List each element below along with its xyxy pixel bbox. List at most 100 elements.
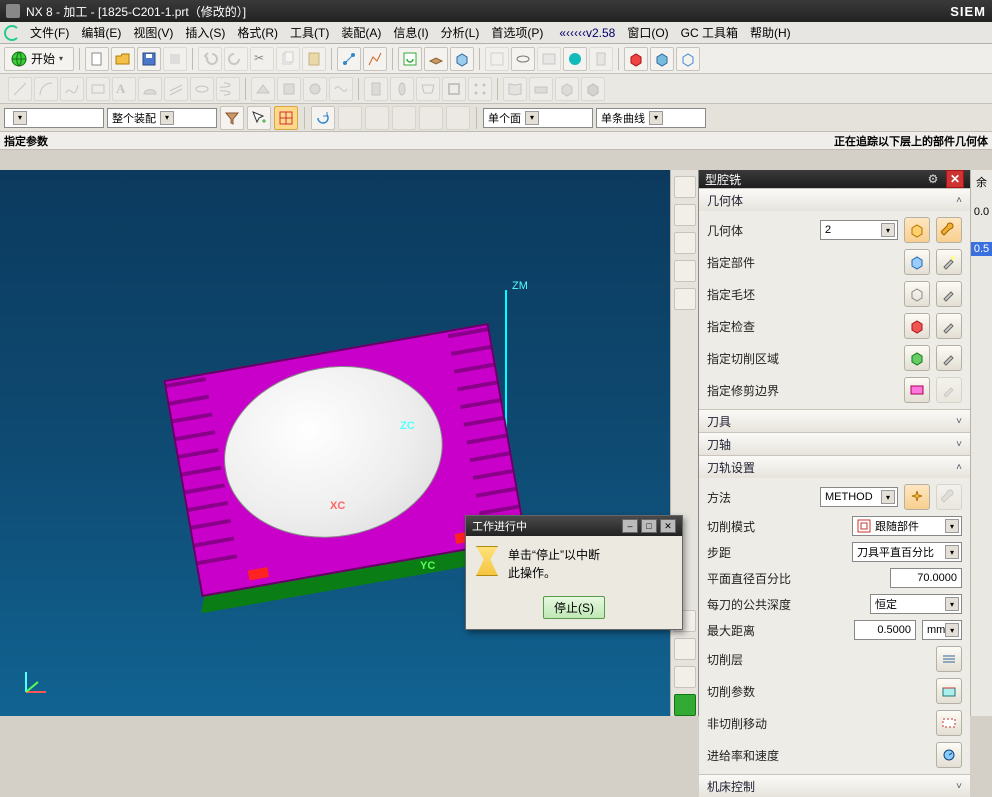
type-filter-combo[interactable]: ▾ <box>4 108 104 128</box>
tb-cube2[interactable] <box>650 47 674 71</box>
face-filter-combo[interactable]: 单个面 ▾ <box>483 108 593 128</box>
menu-insert[interactable]: 插入(S) <box>179 22 231 43</box>
dialog-titlebar[interactable]: 工作进行中 – □ ✕ <box>466 516 682 536</box>
tb-btn-h[interactable] <box>563 47 587 71</box>
flt-d5[interactable] <box>446 106 470 130</box>
geometry-edit-button[interactable] <box>936 217 962 243</box>
commondepth-combo[interactable]: 恒定 ▾ <box>870 594 962 614</box>
sk-ext5[interactable] <box>468 77 492 101</box>
specify-check-display-button[interactable] <box>936 313 962 339</box>
sk-offset[interactable] <box>164 77 188 101</box>
sk-ext3[interactable] <box>416 77 440 101</box>
sk-solid2[interactable] <box>581 77 605 101</box>
flt-btn-1[interactable] <box>220 106 244 130</box>
new-button[interactable] <box>85 47 109 71</box>
specify-trim-button[interactable] <box>904 377 930 403</box>
specify-part-button[interactable] <box>904 249 930 275</box>
menu-info[interactable]: 信息(I) <box>387 22 434 43</box>
rb-icon-8[interactable] <box>674 666 696 688</box>
flt-d3[interactable] <box>392 106 416 130</box>
far-v2-selected[interactable]: 0.5 <box>971 242 992 256</box>
cutmode-combo[interactable]: 跟随部件 ▾ <box>852 516 962 536</box>
sk-book[interactable] <box>503 77 527 101</box>
maxdist-input[interactable] <box>854 620 916 640</box>
tb-cube1[interactable] <box>624 47 648 71</box>
menu-view[interactable]: 视图(V) <box>127 22 179 43</box>
method-combo[interactable]: METHOD ▾ <box>820 487 898 507</box>
rb-icon-3[interactable] <box>674 232 696 254</box>
tb-cube3[interactable] <box>676 47 700 71</box>
flt-d2[interactable] <box>365 106 389 130</box>
close-button[interactable]: ✕ <box>946 170 964 188</box>
tb-btn-e[interactable] <box>485 47 509 71</box>
specify-blank-button[interactable] <box>904 281 930 307</box>
specify-blank-display-button[interactable] <box>936 281 962 307</box>
section-mc-header[interactable]: 机床控制 ˅ <box>699 775 970 797</box>
geometry-combo[interactable]: 2 ▾ <box>820 220 898 240</box>
tb-btn-g[interactable] <box>537 47 561 71</box>
tb-btn-d[interactable] <box>450 47 474 71</box>
undo-button[interactable] <box>198 47 222 71</box>
sk-solid1[interactable] <box>555 77 579 101</box>
section-path-header[interactable]: 刀轨设置 ˄ <box>699 456 970 478</box>
dialog-minimize-button[interactable]: – <box>622 519 638 533</box>
section-geometry-header[interactable]: 几何体 ˄ <box>699 189 970 211</box>
specify-part-display-button[interactable] <box>936 249 962 275</box>
stepover-combo[interactable]: 刀具平直百分比 ▾ <box>852 542 962 562</box>
feedspeed-button[interactable] <box>936 742 962 768</box>
sk-helix[interactable] <box>216 77 240 101</box>
section-tool-header[interactable]: 刀具 ˅ <box>699 410 970 432</box>
saveall-button[interactable] <box>163 47 187 71</box>
menu-prefs[interactable]: 首选项(P) <box>485 22 549 43</box>
sk-face1[interactable] <box>251 77 275 101</box>
noncut-button[interactable] <box>936 710 962 736</box>
sk-ext1[interactable] <box>364 77 388 101</box>
redo-button[interactable] <box>224 47 248 71</box>
flatpct-input[interactable] <box>890 568 962 588</box>
tb-btn-f[interactable] <box>511 47 535 71</box>
graphics-viewport[interactable]: ZM XC YC ZC YM <box>0 170 670 716</box>
maxdist-unit-combo[interactable]: mm ▾ <box>922 620 962 640</box>
tb-btn-c[interactable] <box>424 47 448 71</box>
open-button[interactable] <box>111 47 135 71</box>
flt-d4[interactable] <box>419 106 443 130</box>
flt-btn-snap[interactable] <box>274 106 298 130</box>
sk-face2[interactable] <box>277 77 301 101</box>
assembly-filter-combo[interactable]: 整个装配 ▾ <box>107 108 217 128</box>
menu-analyze[interactable]: 分析(L) <box>435 22 486 43</box>
refresh-button[interactable] <box>398 47 422 71</box>
sk-region[interactable] <box>138 77 162 101</box>
specify-check-button[interactable] <box>904 313 930 339</box>
curve-filter-combo[interactable]: 单条曲线 ▾ <box>596 108 706 128</box>
rb-icon-5[interactable] <box>674 288 696 310</box>
tb-btn-a[interactable] <box>337 47 361 71</box>
flt-btn-2[interactable] <box>247 106 271 130</box>
sk-spline[interactable] <box>60 77 84 101</box>
menu-window[interactable]: 窗口(O) <box>621 22 674 43</box>
rb-icon-1[interactable] <box>674 176 696 198</box>
menu-format[interactable]: 格式(R) <box>231 22 284 43</box>
cutlayer-button[interactable] <box>936 646 962 672</box>
sk-ext4[interactable] <box>442 77 466 101</box>
menu-gctoolbox[interactable]: GC 工具箱 <box>675 22 744 43</box>
menu-version[interactable]: «‹‹‹‹‹v2.58 <box>553 22 621 43</box>
flt-rotate[interactable] <box>311 106 335 130</box>
section-axis-header[interactable]: 刀轴 ˅ <box>699 433 970 455</box>
dialog-maximize-button[interactable]: □ <box>641 519 657 533</box>
sk-rect[interactable] <box>86 77 110 101</box>
menu-help[interactable]: 帮助(H) <box>744 22 797 43</box>
sk-face4[interactable] <box>329 77 353 101</box>
dialog-close-button[interactable]: ✕ <box>660 519 676 533</box>
specify-cutarea-display-button[interactable] <box>936 345 962 371</box>
tb-btn-i[interactable] <box>589 47 613 71</box>
restart-icon[interactable] <box>4 25 20 41</box>
sk-sweep[interactable] <box>190 77 214 101</box>
menu-assembly[interactable]: 装配(A) <box>335 22 387 43</box>
rb-icon-check[interactable] <box>674 694 696 716</box>
paste-button[interactable] <box>302 47 326 71</box>
rb-icon-4[interactable] <box>674 260 696 282</box>
save-button[interactable] <box>137 47 161 71</box>
sk-face3[interactable] <box>303 77 327 101</box>
sk-text[interactable]: A <box>112 77 136 101</box>
menu-tools[interactable]: 工具(T) <box>284 22 335 43</box>
